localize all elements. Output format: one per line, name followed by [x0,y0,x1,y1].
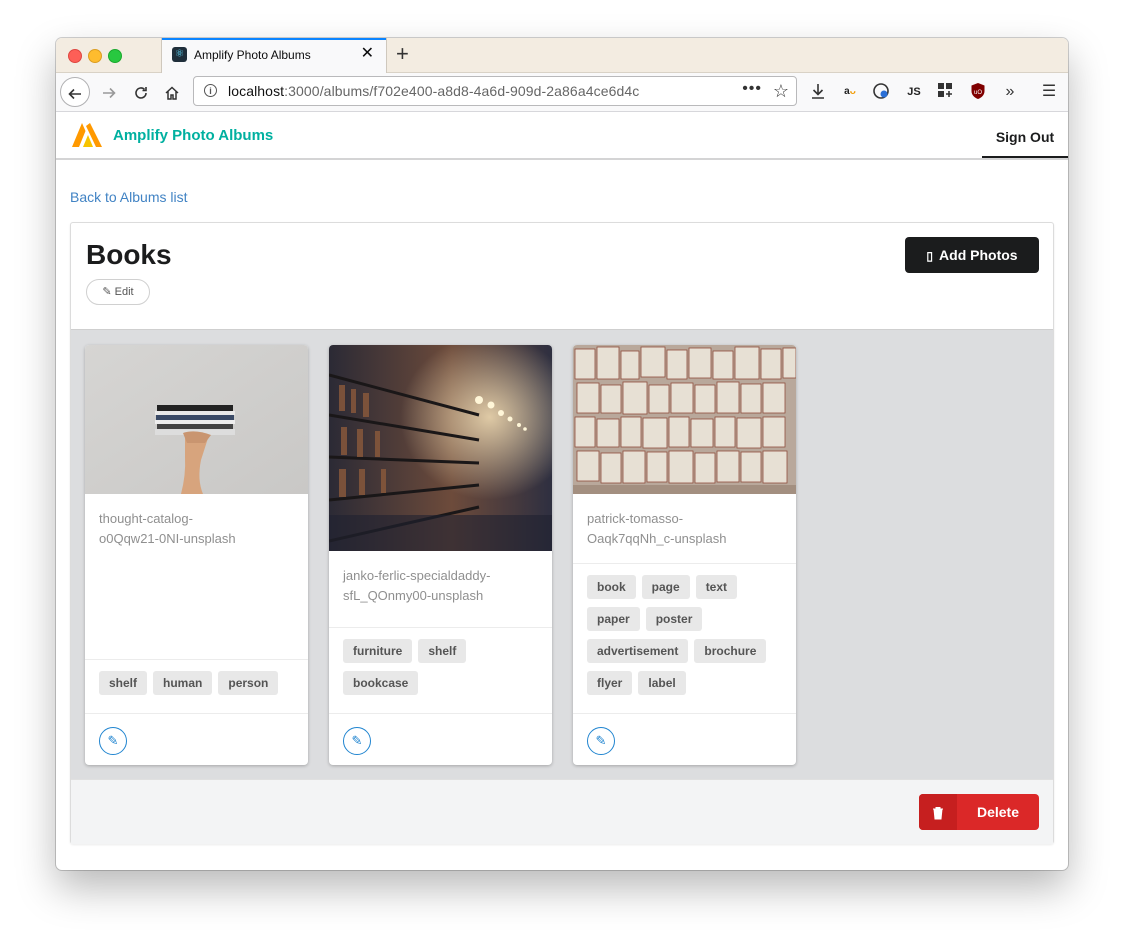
tag: text [695,575,738,599]
edit-album-button[interactable]: ✎ Edit [86,279,150,305]
photo-name-line: thought-catalog- [99,511,193,526]
album-footer: Delete [71,779,1053,844]
tag: bookcase [343,671,419,695]
photo-card: thought-catalog- o0Qqw21-0NI-unsplash sh… [85,345,308,765]
close-tab-icon[interactable]: ✕ [361,45,374,63]
tag: shelf [418,639,467,663]
divider [85,713,308,714]
url-path: :3000/albums/f702e400-a8d8-4a6d-909d-2a8… [284,83,640,99]
tag: label [638,671,686,695]
delete-album-button[interactable]: Delete [919,794,1039,830]
overflow-icon[interactable]: » [1000,82,1020,102]
tag: page [641,575,690,599]
site-info-icon[interactable]: i [204,84,217,97]
divider [573,713,796,714]
tag: person [218,671,279,695]
tag: advertisement [587,639,689,663]
amazon-icon[interactable]: aᴗ [839,82,861,102]
photo-thumbnail[interactable] [573,345,796,494]
photo-thumbnail[interactable] [329,345,552,551]
arrow-right-icon [103,87,116,98]
tag: book [587,575,636,599]
download-icon[interactable] [808,82,828,102]
brand-title[interactable]: Amplify Photo Albums [113,127,273,144]
edit-photo-button[interactable]: ✎ [343,727,371,755]
new-tab-button[interactable]: + [396,42,409,66]
photo-name: thought-catalog- o0Qqw21-0NI-unsplash [99,509,295,549]
pencil-icon: ✎ [595,733,607,748]
page-actions-icon[interactable]: ••• [742,80,762,98]
tab-title: Amplify Photo Albums [194,48,311,62]
url-host: localhost [228,83,285,99]
add-photos-label: Add Photos [939,247,1018,263]
tag: furniture [343,639,413,663]
reload-icon [135,86,147,99]
menu-icon[interactable]: ☰ [1039,82,1059,102]
tag: brochure [694,639,767,663]
photo-name-line: janko-ferlic-specialdaddy- [343,568,491,583]
trash-icon [919,794,957,830]
home-button[interactable] [157,77,187,107]
bookmark-star-icon[interactable]: ☆ [773,81,789,102]
browser-window: ⚛ Amplify Photo Albums ✕ + i localhost:3… [56,38,1068,870]
forward-button[interactable] [94,77,124,107]
photo-card: janko-ferlic-specialdaddy- sfL_QOnmy00-u… [329,345,552,765]
pencil-icon: ✎ [102,286,112,298]
photo-name-line: patrick-tomasso- [587,511,684,526]
file-image-icon: ▯ [926,249,934,263]
divider [329,713,552,714]
close-window-button[interactable] [68,49,82,63]
divider [329,627,552,628]
tag: paper [587,607,640,631]
photo-name-line: sfL_QOnmy00-unsplash [343,588,484,603]
photo-name-line: o0Qqw21-0NI-unsplash [99,531,236,546]
delete-label: Delete [976,804,1020,820]
reload-button[interactable] [126,77,156,107]
photo-tags: shelf human person [99,671,299,703]
pencil-icon: ✎ [107,733,119,748]
amplify-logo-icon[interactable] [72,123,102,147]
app-header: Amplify Photo Albums Sign Out [56,112,1068,160]
title-bar: ⚛ Amplify Photo Albums ✕ + [56,38,1068,73]
tag: shelf [99,671,148,695]
address-bar[interactable]: i localhost:3000/albums/f702e400-a8d8-4a… [193,76,797,106]
photo-name: janko-ferlic-specialdaddy- sfL_QOnmy00-u… [343,566,539,606]
photo-thumbnail[interactable] [85,345,308,494]
tab-active-indicator [162,38,386,40]
minimize-window-button[interactable] [88,49,102,63]
zoom-window-button[interactable] [108,49,122,63]
album-title: Books [86,239,172,270]
photo-tags: furniture shelf bookcase [343,639,543,703]
back-to-albums-link[interactable]: Back to Albums list [70,189,188,205]
navigation-bar: i localhost:3000/albums/f702e400-a8d8-4a… [56,73,1068,112]
divider [573,563,796,564]
divider [85,659,308,660]
react-favicon-icon: ⚛ [172,47,187,62]
edit-photo-button[interactable]: ✎ [99,727,127,755]
ublock-icon[interactable]: uO [967,82,989,102]
edit-photo-button[interactable]: ✎ [587,727,615,755]
home-icon [165,85,179,100]
edit-label: Edit [114,286,134,298]
photo-name: patrick-tomasso- Oaqk7qqNh_c-unsplash [587,509,783,549]
photo-name-line: Oaqk7qqNh_c-unsplash [587,531,727,546]
photo-tags: book page text paper poster advertisement broc… [587,575,787,703]
tag: flyer [587,671,633,695]
tag: human [153,671,213,695]
extension-icon[interactable] [871,82,891,102]
js-icon[interactable]: JS [904,82,924,102]
svg-text:uO: uO [974,90,982,96]
add-photos-button[interactable]: ▯ Add Photos [905,237,1039,273]
tag: poster [645,607,703,631]
sign-out-tab[interactable]: Sign Out [982,112,1068,158]
pencil-icon: ✎ [351,733,363,748]
album-panel: Books ✎ Edit ▯ Add Photos thought-catalo… [70,222,1054,844]
back-button[interactable] [60,77,90,107]
apps-icon[interactable] [935,82,955,102]
photo-grid: thought-catalog- o0Qqw21-0NI-unsplash sh… [71,329,1053,780]
url-text[interactable]: localhost:3000/albums/f702e400-a8d8-4a6d… [228,83,639,99]
browser-tab[interactable]: ⚛ Amplify Photo Albums ✕ [161,38,387,73]
photo-card: patrick-tomasso- Oaqk7qqNh_c-unsplash bo… [573,345,796,765]
arrow-left-icon [68,88,81,99]
